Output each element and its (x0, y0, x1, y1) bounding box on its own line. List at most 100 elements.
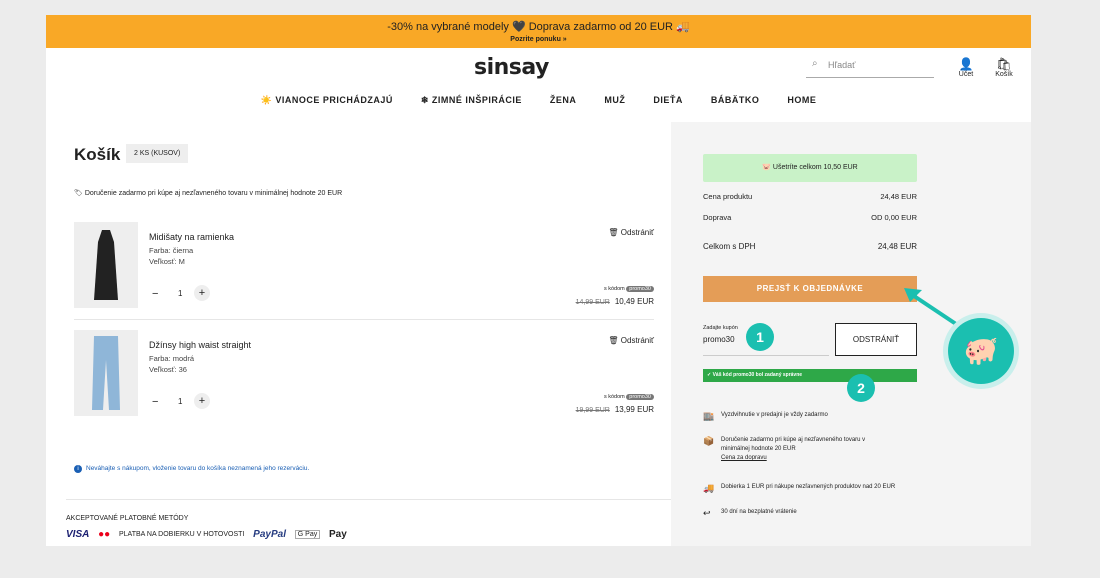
code-note: s kódom promo30 (604, 286, 654, 292)
plus-button[interactable]: + (194, 393, 210, 409)
info-icon: i (74, 465, 82, 473)
paypal-logo: PayPal (253, 529, 286, 541)
account-label: Účet (958, 71, 974, 78)
old-price: 19,99 EUR (575, 407, 610, 414)
coupon-label: Zadajte kupón (703, 325, 738, 331)
code-tag: promo30 (626, 394, 654, 400)
quantity-value: 1 (178, 397, 183, 406)
product-image[interactable] (74, 330, 138, 416)
promo-banner[interactable]: -30% na vybrané modely 🖤 Doprava zadarmo… (46, 15, 1031, 48)
row-value: OD 0,00 EUR (871, 213, 917, 222)
row-label: Doprava (703, 213, 732, 222)
new-price: 13,99 EUR (614, 405, 654, 414)
applepay-text: Pay (329, 529, 347, 540)
user-icon: 👤 (958, 57, 974, 71)
checkout-button[interactable]: PREJSŤ K OBJEDNÁVKE (703, 276, 917, 302)
divider (66, 499, 671, 500)
mastercard-logo: ●● (98, 529, 111, 541)
search-icon: ⌕ (812, 58, 818, 69)
benefit-text-wrap: Doručenie zadarmo pri kúpe aj nezľavnené… (721, 436, 891, 463)
store-icon: 🏬 (703, 411, 715, 421)
code-note: s kódom promo30 (604, 394, 654, 400)
benefit-text: Dobierka 1 EUR pri nákupe nezľavnených p… (721, 484, 896, 490)
minus-button[interactable]: − (152, 396, 158, 408)
pointer-arrow (904, 288, 958, 326)
remove-button[interactable]: 🗑 Odstrániť (608, 336, 654, 345)
promo-link[interactable]: Pozrite ponuku » (46, 36, 1031, 43)
code-label: s kódom (603, 394, 625, 400)
product-name[interactable]: Džínsy high waist straight (149, 340, 251, 350)
nav-christmas[interactable]: ☀️ VIANOCE PRICHÁDZAJÚ (261, 95, 393, 106)
reservation-text: Neváhajte s nákupom, vloženie tovaru do … (86, 465, 310, 472)
nav-winter[interactable]: ❄ ZIMNÉ INŠPIRÁCIE (421, 95, 522, 106)
step-badge-1: 1 (746, 323, 774, 351)
step-badge-2: 2 (847, 374, 875, 402)
saving-banner: 🐷 Ušetríte celkom 10,50 EUR (703, 154, 917, 182)
cart-button[interactable]: 🛍 Košík (989, 57, 1019, 78)
shipping-price-link[interactable]: Cena za dopravu (721, 455, 767, 461)
piggy-bank-icon: 🐖 (948, 318, 1014, 384)
summary-total: Celkom s DPH 24,48 EUR (703, 242, 917, 251)
visa-logo: VISA (66, 529, 90, 541)
product-color: Farba: čierna (149, 246, 194, 255)
cart-section: Košík 2 KS (KUSOV) 🏷 Doručenie zadarmo p… (46, 122, 671, 546)
delivery-text: Doručenie zadarmo pri kúpe aj nezľavnené… (84, 190, 343, 197)
price: 19,99 EUR 13,99 EUR (576, 405, 654, 414)
logo[interactable]: sinsay (474, 55, 549, 80)
nav-baby[interactable]: BÁBÄTKO (711, 95, 760, 105)
product-color: Farba: modrá (149, 354, 195, 363)
quantity-value: 1 (178, 289, 183, 298)
nav-home[interactable]: HOME (787, 95, 816, 105)
coupon-value: promo30 (703, 335, 735, 344)
remove-label: Odstrániť (620, 228, 654, 237)
piggy-small-icon: 🐷 (762, 164, 771, 171)
gpay-logo: G Pay (294, 530, 321, 540)
delivery-note: 🏷 Doručenie zadarmo pri kúpe aj nezľavne… (74, 190, 343, 197)
divider (74, 319, 654, 320)
trash-icon: 🗑 (608, 336, 619, 345)
count-badge: 2 KS (KUSOV) (126, 144, 189, 163)
cod-label: PLATBA NA DOBIERKU V HOTOVOSTI (119, 531, 245, 539)
nav-woman[interactable]: ŽENA (550, 95, 577, 105)
trash-icon: 🗑 (608, 228, 619, 237)
product-size: Veľkosť: M (149, 257, 185, 266)
product-image[interactable] (74, 222, 138, 308)
new-price: 10,49 EUR (614, 297, 654, 306)
row-value: 24,48 EUR (880, 192, 917, 201)
code-label: s kódom (603, 286, 625, 292)
product-size: Veľkosť: 36 (149, 365, 187, 374)
payment-heading: AKCEPTOVANÉ PLATOBNÉ METÓDY (66, 515, 189, 522)
code-tag: promo30 (626, 286, 654, 292)
product-name[interactable]: Midišaty na ramienka (149, 232, 234, 242)
row-value: 24,48 EUR (877, 242, 917, 251)
account-button[interactable]: 👤 Účet (951, 57, 981, 78)
search-input[interactable]: ⌕ Hľadať (806, 55, 934, 78)
price: 14,99 EUR 10,49 EUR (576, 297, 654, 306)
reservation-note: i Neváhajte s nákupom, vloženie tovaru do… (74, 465, 309, 473)
benefit-text: 30 dní na bezplatné vrátenie (721, 509, 797, 515)
box-icon: 📦 (703, 436, 715, 446)
minus-button[interactable]: − (152, 288, 158, 300)
cart-label: Košík (995, 71, 1013, 78)
remove-button[interactable]: 🗑 Odstrániť (608, 228, 654, 237)
row-label: Cena produktu (703, 192, 753, 201)
bag-icon: 🛍 (996, 57, 1012, 71)
nav-man[interactable]: MUŽ (604, 95, 625, 105)
summary-row: Doprava OD 0,00 EUR (703, 213, 917, 222)
main-nav: ☀️ VIANOCE PRICHÁDZAJÚ ❄ ZIMNÉ INŠPIRÁCIE… (46, 95, 1031, 106)
plus-button[interactable]: + (194, 285, 210, 301)
summary-row: Cena produktu 24,48 EUR (703, 192, 917, 201)
promo-text: -30% na vybrané modely 🖤 Doprava zadarmo… (387, 21, 690, 33)
success-message: ✓ Váš kód promo30 bol zadaný správne (703, 369, 917, 382)
truck-icon: 🚚 (703, 483, 715, 493)
applepay-logo: Pay (329, 529, 353, 540)
benefit-text: Vyzdvihnutie v predajni je vždy zadarmo (721, 412, 828, 418)
row-label: Celkom s DPH (703, 242, 756, 251)
search-placeholder: Hľadať (828, 60, 856, 70)
payment-methods: VISA ●● PLATBA NA DOBIERKU V HOTOVOSTI P… (66, 529, 359, 540)
nav-child[interactable]: DIEŤA (653, 95, 683, 105)
page-title: Košík (74, 145, 121, 164)
remove-label: Odstrániť (620, 336, 654, 345)
old-price: 14,99 EUR (575, 299, 610, 306)
cart-item: Midišaty na ramienka Farba: čierna Veľko… (74, 222, 654, 310)
